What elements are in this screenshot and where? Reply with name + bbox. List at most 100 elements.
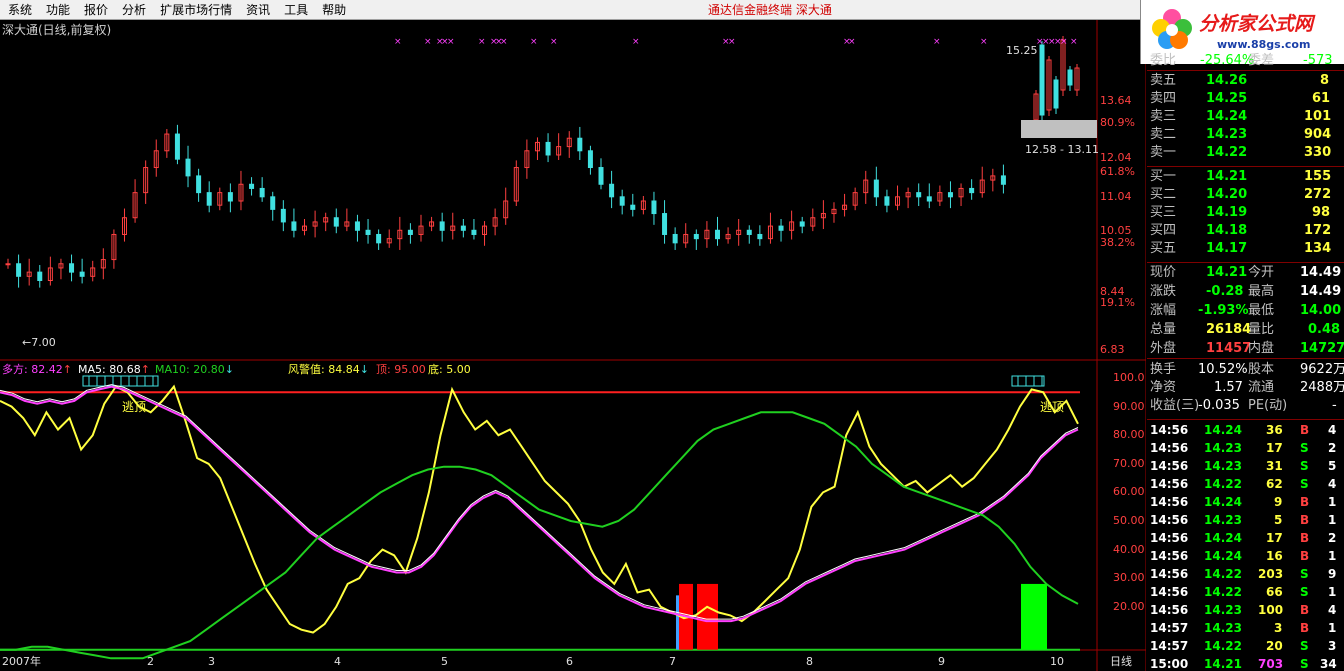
tick-cell: 14:56 bbox=[1150, 549, 1189, 563]
candle-body bbox=[280, 208, 286, 223]
tick-row[interactable]: 14:56 14.23 100 B 4 bbox=[1150, 601, 1344, 619]
buy-row-4[interactable]: 买五 14.17 134 bbox=[1148, 240, 1344, 258]
buy-row-0[interactable]: 买一 14.21 155 bbox=[1148, 168, 1344, 186]
candle-body bbox=[884, 196, 890, 206]
indicator-ma10: MA10: 20.80↓ bbox=[155, 363, 234, 376]
quote-cell: 26184 bbox=[1206, 322, 1252, 337]
cross-marker: × bbox=[1070, 37, 1078, 47]
low-price-label: ←7.00 bbox=[22, 336, 56, 349]
tick-cell: S bbox=[1300, 639, 1309, 653]
candle-body bbox=[873, 179, 879, 198]
tick-row[interactable]: 14:56 14.23 31 S 5 bbox=[1150, 457, 1344, 475]
tick-row[interactable]: 14:56 14.23 17 S 2 bbox=[1150, 439, 1344, 457]
tick-cell: 1 bbox=[1328, 513, 1337, 527]
tick-row[interactable]: 14:56 14.23 5 B 1 bbox=[1150, 511, 1344, 529]
indicator-ma5: MA5: 80.68↑ bbox=[78, 363, 150, 376]
quote-cell: 330 bbox=[1304, 145, 1332, 160]
indicator-axis-label: 80.00 bbox=[1113, 428, 1145, 442]
tick-cell: 14:56 bbox=[1150, 495, 1189, 509]
tick-cell: 14.23 bbox=[1204, 603, 1242, 617]
price-axis-label: 19.1% bbox=[1100, 296, 1135, 309]
quote-cell: 14.18 bbox=[1206, 223, 1248, 238]
quote-cell: 14.00 bbox=[1300, 303, 1342, 318]
candle-body bbox=[471, 229, 477, 235]
tick-row[interactable]: 14:56 14.24 9 B 1 bbox=[1150, 493, 1344, 511]
tick-row[interactable]: 14:56 14.22 203 S 9 bbox=[1150, 565, 1344, 583]
tick-row[interactable]: 14:56 14.24 16 B 1 bbox=[1150, 547, 1344, 565]
price-axis-label: 80.9% bbox=[1100, 116, 1135, 129]
quote-cell: 卖三 bbox=[1150, 109, 1177, 124]
candle-body bbox=[259, 187, 265, 198]
price-axis-label: 38.2% bbox=[1100, 236, 1135, 249]
tick-cell: 14.24 bbox=[1204, 531, 1242, 545]
indicator-axis-label: 90.00 bbox=[1113, 399, 1145, 413]
tick-row[interactable]: 14:56 14.22 62 S 4 bbox=[1150, 475, 1344, 493]
tick-cell: 2 bbox=[1328, 531, 1337, 545]
indicator-axis-label: 20.00 bbox=[1113, 599, 1145, 613]
sell-row-1[interactable]: 卖四 14.25 61 bbox=[1148, 90, 1344, 108]
quote-cell: 155 bbox=[1304, 169, 1332, 184]
weibi-row: 委比 -25.64% 委差 -573 bbox=[1148, 52, 1344, 70]
indicator-axis-label: 50.00 bbox=[1113, 514, 1145, 527]
menu-item-0[interactable]: 系统 bbox=[0, 0, 38, 20]
candle-body bbox=[746, 229, 752, 235]
cross-marker: × bbox=[933, 37, 941, 47]
range-label: 12.58 - 13.11 bbox=[1025, 143, 1099, 156]
tick-cell: S bbox=[1300, 585, 1309, 599]
quote-cell: 卖二 bbox=[1150, 127, 1177, 142]
month-label: 10 bbox=[1050, 655, 1064, 668]
candle-body bbox=[196, 175, 202, 194]
menu-item-4[interactable]: 扩展市场行情 bbox=[152, 0, 238, 20]
menu-item-1[interactable]: 功能 bbox=[38, 0, 76, 20]
sell-row-3[interactable]: 卖二 14.23 904 bbox=[1148, 126, 1344, 144]
quote-cell: 172 bbox=[1304, 223, 1332, 238]
buy-row-3[interactable]: 买四 14.18 172 bbox=[1148, 222, 1344, 240]
sell-row-4[interactable]: 卖一 14.22 330 bbox=[1148, 144, 1344, 162]
tick-cell: 14:56 bbox=[1150, 441, 1189, 455]
menu-item-6[interactable]: 工具 bbox=[276, 0, 314, 20]
logo-url-text: www.88gs.com bbox=[1217, 38, 1311, 51]
price-axis-label: 11.04 bbox=[1100, 190, 1132, 203]
period-label[interactable]: 日线 bbox=[1110, 655, 1132, 668]
candle-body bbox=[354, 221, 360, 231]
buy-row-1[interactable]: 买二 14.20 272 bbox=[1148, 186, 1344, 204]
buy-row-2[interactable]: 买三 14.19 98 bbox=[1148, 204, 1344, 222]
menu-item-3[interactable]: 分析 bbox=[114, 0, 152, 20]
quote-cell: 内盘 bbox=[1248, 341, 1275, 356]
tick-row[interactable]: 14:57 14.22 20 S 3 bbox=[1150, 637, 1344, 655]
quote-cell: 买一 bbox=[1150, 169, 1177, 184]
menu-item-2[interactable]: 报价 bbox=[76, 0, 114, 20]
candle-body bbox=[16, 263, 22, 277]
cross-marker: × bbox=[1060, 37, 1068, 47]
tick-cell: 14:56 bbox=[1150, 513, 1189, 527]
sell-row-2[interactable]: 卖三 14.24 101 bbox=[1148, 108, 1344, 126]
indicator-axis-label: 40.00 bbox=[1113, 542, 1145, 556]
tick-row[interactable]: 14:56 14.22 66 S 1 bbox=[1150, 583, 1344, 601]
tick-cell: 5 bbox=[1274, 513, 1283, 527]
sell-row-0[interactable]: 卖五 14.26 8 bbox=[1148, 72, 1344, 90]
month-label: 2007年 bbox=[2, 655, 41, 668]
tick-row[interactable]: 14:56 14.24 36 B 4 bbox=[1150, 421, 1344, 439]
candle-body bbox=[969, 187, 975, 194]
menu-item-7[interactable]: 帮助 bbox=[314, 0, 352, 20]
quote-separator bbox=[1147, 70, 1344, 71]
quote-separator bbox=[1147, 419, 1344, 420]
tick-row[interactable]: 15:00 14.21 703 S 34 bbox=[1150, 655, 1344, 671]
top-marker-box bbox=[1011, 375, 1045, 387]
cross-marker: × bbox=[447, 37, 455, 47]
quote-cell: 0.48 bbox=[1308, 322, 1341, 337]
tick-cell: 4 bbox=[1328, 477, 1337, 491]
quote-cell: 14.19 bbox=[1206, 205, 1248, 220]
month-label: 3 bbox=[208, 655, 215, 668]
quote-cell: 卖一 bbox=[1150, 145, 1177, 160]
month-label: 5 bbox=[441, 655, 448, 668]
tick-cell: 14.24 bbox=[1204, 549, 1242, 563]
candle-body bbox=[672, 233, 678, 244]
tick-row[interactable]: 14:56 14.24 17 B 2 bbox=[1150, 529, 1344, 547]
candle-body bbox=[799, 221, 805, 227]
flower-logo-icon bbox=[1152, 9, 1192, 49]
main-chart[interactable]: × × ××× × ××× × × × ×× ×× × × ××××× × bbox=[0, 20, 1146, 671]
tick-row[interactable]: 14:57 14.23 3 B 1 bbox=[1150, 619, 1344, 637]
menu-item-5[interactable]: 资讯 bbox=[238, 0, 276, 20]
tick-cell: 1 bbox=[1328, 621, 1337, 635]
